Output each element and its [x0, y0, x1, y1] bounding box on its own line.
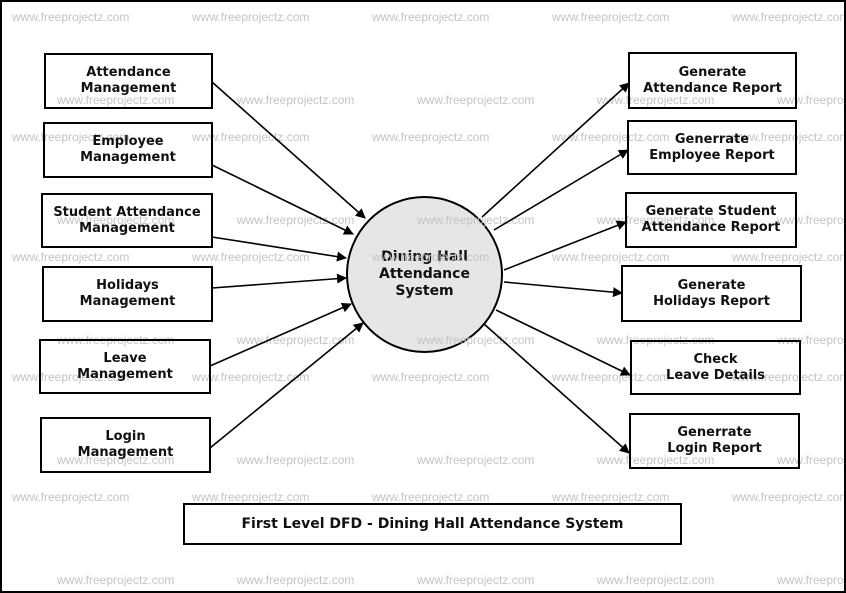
flow-arrow-attendance-report	[481, 82, 630, 218]
flow-arrow-leave-mgmt	[209, 303, 352, 367]
output-check-leave-details: Check Leave Details	[630, 340, 801, 395]
entity-attendance-management: Attendance Management	[44, 53, 213, 109]
flow-arrow-student-attendance-mgmt	[211, 236, 347, 262]
entity-leave-management: Leave Management	[39, 339, 211, 394]
flow-arrow-login-report	[483, 323, 630, 454]
entity-holidays-management: Holidays Management	[42, 266, 213, 322]
flow-arrow-leave-details	[495, 309, 631, 376]
flow-arrow-employee-report	[493, 149, 629, 231]
flow-arrow-student-attendance-report	[503, 220, 627, 271]
entity-login-management: Login Management	[40, 417, 211, 473]
diagram-title: First Level DFD - Dining Hall Attendance…	[183, 503, 682, 545]
output-generate-holidays-report: Generate Holidays Report	[621, 265, 802, 322]
dfd-canvas: www.freeprojectz.com www.freeprojectz.com…	[0, 0, 846, 593]
output-generate-employee-report: Generrate Employee Report	[627, 120, 797, 175]
entity-employee-management: Employee Management	[43, 122, 213, 178]
entity-student-attendance-management: Student Attendance Management	[41, 193, 213, 248]
output-generate-login-report: Generrate Login Report	[629, 413, 800, 469]
flow-arrow-holidays-report	[503, 281, 623, 298]
output-generate-attendance-report: Generate Attendance Report	[628, 52, 797, 109]
flow-arrow-login-mgmt	[209, 322, 364, 449]
flow-arrow-attendance-mgmt	[211, 81, 366, 219]
flow-arrow-employee-mgmt	[211, 164, 354, 235]
output-generate-student-attendance-report: Generate Student Attendance Report	[625, 192, 797, 248]
flow-arrow-holidays-mgmt	[211, 273, 347, 289]
